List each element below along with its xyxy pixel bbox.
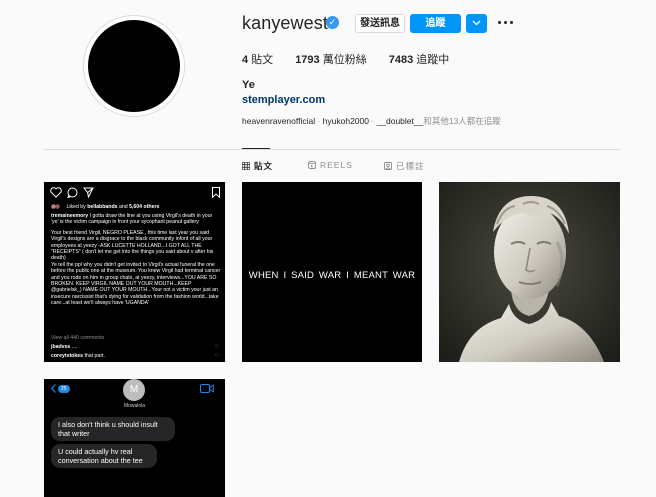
tab-tagged[interactable]: 已標註 — [384, 160, 425, 172]
profile-stats: 4 貼文 1793 萬位粉絲 7483 追蹤中 — [242, 51, 471, 67]
followed-by-text[interactable]: heavenravenofficial · hyukoh2000 · __dou… — [242, 115, 501, 127]
profile-website-link[interactable]: stemplayer.com — [242, 94, 325, 106]
video-call-icon — [200, 384, 214, 393]
profile-avatar-ring[interactable] — [83, 15, 185, 117]
reels-icon — [308, 161, 316, 169]
post-tile-2[interactable]: WHEN I SAID WAR I MEANT WAR — [242, 182, 422, 362]
liker-avatars-icon — [51, 204, 60, 209]
share-icon — [83, 187, 94, 198]
comment-heart-icon: ♡ — [214, 344, 219, 350]
chat-back-button: 25 — [51, 384, 70, 393]
following-count[interactable]: 7483 追蹤中 — [389, 51, 450, 67]
statue-bust-image — [439, 182, 620, 362]
chat-contact-name: Mowalola — [123, 403, 146, 409]
tab-reels[interactable]: REELS — [308, 160, 353, 170]
followed-by-user-3[interactable]: __doublet__ — [377, 116, 424, 126]
tab-posts[interactable]: 貼文 — [242, 160, 273, 172]
active-tab-indicator — [242, 148, 270, 149]
chat-contact-avatar: M — [123, 379, 145, 401]
profile-full-name: Ye — [242, 79, 255, 91]
tagged-icon — [384, 162, 392, 170]
post-caption: tremaineemory I gotta draw the line at y… — [51, 213, 221, 307]
comment-row: coreytstokes that part. ♡ — [51, 353, 219, 359]
heart-icon — [50, 187, 62, 198]
verified-badge-icon: ✓ — [326, 16, 339, 29]
message-button[interactable]: 發送訊息 — [355, 14, 405, 33]
post-tile-3[interactable] — [439, 182, 620, 362]
more-options-icon[interactable] — [498, 15, 514, 29]
profile-username: kanyewest — [242, 13, 328, 33]
tabs-divider — [44, 149, 620, 150]
bookmark-icon — [212, 187, 220, 198]
followed-by-user-1[interactable]: heavenravenofficial — [242, 116, 315, 126]
comment-heart-icon: ♡ — [214, 353, 219, 359]
grid-icon — [242, 162, 250, 170]
chat-message-bubble: U could actually hv real conversation ab… — [51, 444, 157, 468]
posts-count: 4 貼文 — [242, 54, 274, 66]
post-likes-text: Liked by bellabbands and 5,604 others — [51, 204, 159, 210]
post-actions-row — [50, 187, 220, 201]
comment-row: jbadvss .... ♡ — [51, 344, 219, 350]
follow-button[interactable]: 追蹤 — [410, 14, 461, 33]
chat-message-bubble: I also don't think u should insult that … — [51, 417, 175, 441]
post-tile-4[interactable]: 25 M Mowalola I also don't think u shoul… — [44, 379, 225, 497]
post-tile-1[interactable]: Liked by bellabbands and 5,604 others tr… — [44, 182, 225, 362]
view-all-comments-link: View all 440 comments — [51, 335, 105, 341]
chevron-down-icon — [472, 20, 481, 26]
suggested-dropdown-button[interactable] — [466, 14, 487, 33]
avatar[interactable] — [88, 20, 180, 112]
followed-by-user-2[interactable]: hyukoh2000 — [323, 116, 369, 126]
followers-count[interactable]: 1793 萬位粉絲 — [295, 51, 367, 67]
comment-icon — [67, 187, 78, 198]
chevron-left-icon — [51, 384, 56, 393]
post-text-overlay: WHEN I SAID WAR I MEANT WAR — [248, 270, 416, 281]
unread-count-badge: 25 — [58, 384, 70, 393]
